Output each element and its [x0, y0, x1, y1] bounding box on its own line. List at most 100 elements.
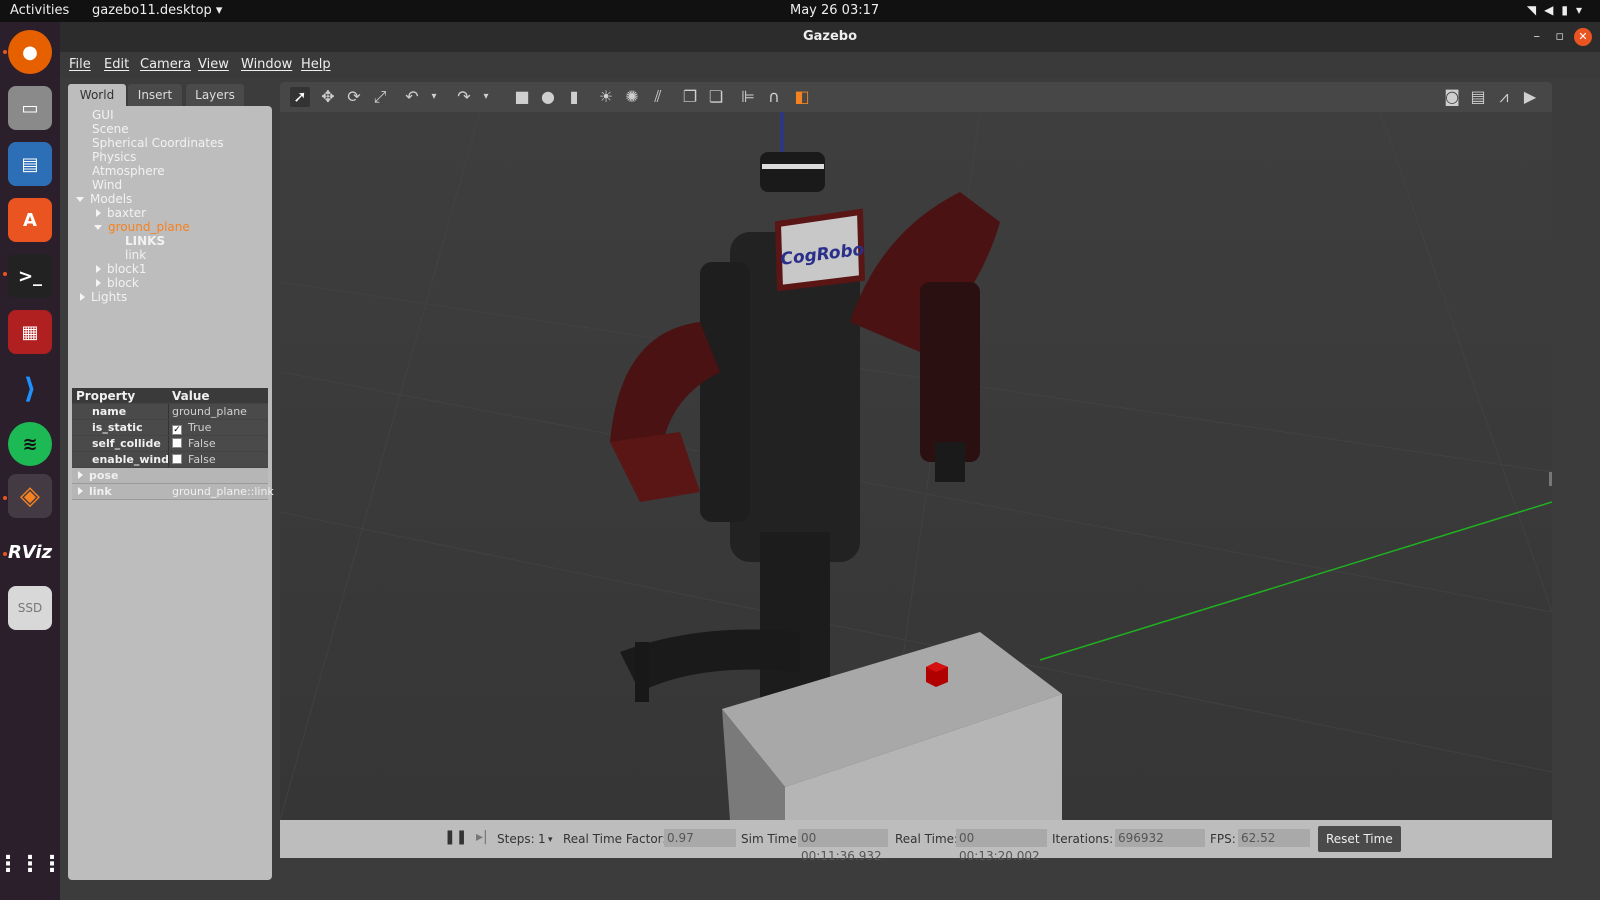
expand-right-icon[interactable] — [96, 265, 101, 273]
tab-world[interactable]: World — [68, 84, 126, 106]
menu-window[interactable]: Window — [241, 57, 292, 72]
tree-item-gui[interactable]: GUI — [92, 108, 114, 122]
undo-history-icon[interactable]: ▾ — [424, 87, 444, 107]
tree-item-link[interactable]: link — [125, 248, 146, 262]
cylinder-shape-icon[interactable]: ▮ — [564, 87, 584, 107]
property-value[interactable]: ✓ True — [172, 421, 211, 435]
tree-item-atmosphere[interactable]: Atmosphere — [92, 164, 165, 178]
expand-right-icon[interactable] — [78, 487, 83, 495]
tree-item-spherical-coordinates[interactable]: Spherical Coordinates — [92, 136, 224, 150]
tree-item-scene[interactable]: Scene — [92, 122, 129, 136]
tab-layers[interactable]: Layers — [186, 84, 244, 106]
property-row-name[interactable]: name ground_plane — [72, 404, 268, 420]
expand-down-icon[interactable] — [76, 197, 84, 202]
show-apps-icon[interactable]: ⋮⋮⋮ — [0, 842, 63, 886]
redo-history-icon[interactable]: ▾ — [476, 87, 496, 107]
property-row-link[interactable]: link ground_plane::link — [72, 484, 274, 500]
menu-edit[interactable]: Edit — [104, 57, 129, 72]
property-column-header: Property — [76, 389, 136, 403]
firefox-icon[interactable]: ● — [8, 30, 52, 74]
gazebo-icon[interactable]: ◈ — [8, 474, 52, 518]
files-icon[interactable]: ▭ — [8, 86, 52, 130]
tree-item-block[interactable]: block — [96, 276, 139, 290]
video-record-icon[interactable]: ▶ — [1520, 87, 1540, 107]
point-light-icon[interactable]: ☀ — [596, 87, 616, 107]
spot-light-icon[interactable]: ✺ — [622, 87, 642, 107]
red-block-model[interactable] — [926, 662, 948, 687]
checkbox-unchecked[interactable] — [172, 454, 182, 464]
plot-icon[interactable]: ⩘ — [1494, 87, 1514, 107]
reset-time-button[interactable]: Reset Time — [1318, 826, 1401, 852]
rviz-icon[interactable]: RViz — [8, 530, 52, 574]
terminator-icon[interactable]: ▦ — [8, 310, 52, 354]
rotate-mode-icon[interactable]: ⟳ — [344, 87, 364, 107]
system-tray[interactable]: ◥◀▮▾ — [1527, 3, 1590, 17]
property-row-pose[interactable]: pose — [72, 468, 268, 484]
expand-right-icon[interactable] — [80, 293, 85, 301]
menu-bar: File Edit Camera View Window Help — [60, 52, 1600, 78]
align-icon[interactable]: ⊫ — [738, 87, 758, 107]
undo-icon[interactable]: ↶ — [402, 87, 422, 107]
activities-button[interactable]: Activities — [10, 3, 69, 18]
column-divider — [168, 420, 169, 435]
box-shape-icon[interactable]: ■ — [512, 87, 532, 107]
paste-icon[interactable]: ❏ — [706, 87, 726, 107]
menu-camera[interactable]: Camera — [140, 57, 191, 72]
app-menu[interactable]: gazebo11.desktop ▾ — [92, 3, 222, 18]
copy-icon[interactable]: ❐ — [680, 87, 700, 107]
redo-icon[interactable]: ↷ — [454, 87, 474, 107]
expand-right-icon[interactable] — [96, 209, 101, 217]
expand-right-icon[interactable] — [78, 471, 83, 479]
screenshot-icon[interactable]: ◙ — [1442, 87, 1462, 107]
tree-item-physics[interactable]: Physics — [92, 150, 136, 164]
tab-insert[interactable]: Insert — [128, 84, 182, 106]
minimize-icon[interactable]: – — [1534, 22, 1541, 52]
steps-value[interactable]: 1 — [538, 832, 546, 846]
expand-right-icon[interactable] — [96, 279, 101, 287]
sphere-shape-icon[interactable]: ● — [538, 87, 558, 107]
property-row-is-static[interactable]: is_static ✓ True — [72, 420, 268, 436]
property-value[interactable]: False — [172, 437, 216, 450]
close-icon[interactable]: ✕ — [1574, 28, 1592, 46]
software-center-icon[interactable]: A — [8, 198, 52, 242]
splitter-handle[interactable] — [1549, 472, 1552, 486]
terminal-icon[interactable]: >_ — [8, 254, 52, 298]
steps-dropdown-icon[interactable]: ▾ — [548, 835, 553, 845]
tree-item-baxter[interactable]: baxter — [96, 206, 146, 220]
spotify-icon[interactable]: ≋ — [8, 422, 52, 466]
pause-icon[interactable]: ❚❚ — [444, 829, 467, 845]
view-angle-icon[interactable]: ◧ — [792, 87, 812, 107]
vscode-icon[interactable]: ⟩ — [8, 366, 52, 410]
scale-mode-icon[interactable]: ⤢ — [370, 87, 390, 107]
tree-item-ground-plane-label: ground_plane — [108, 220, 190, 234]
property-row-self-collide[interactable]: self_collide False — [72, 436, 268, 452]
ssd-drive-icon[interactable]: SSD — [8, 586, 52, 630]
checkbox-checked[interactable]: ✓ — [172, 425, 182, 435]
translate-mode-icon[interactable]: ✥ — [318, 87, 338, 107]
step-icon[interactable]: ▸| — [476, 829, 488, 845]
maximize-icon[interactable]: ▫ — [1555, 22, 1564, 52]
3d-viewport[interactable]: CogRobo — [280, 112, 1552, 820]
property-row-enable-wind[interactable]: enable_wind False — [72, 452, 268, 468]
clock[interactable]: May 26 03:17 — [790, 3, 879, 18]
snap-icon[interactable]: ∩ — [764, 87, 784, 107]
tree-item-lights[interactable]: Lights — [80, 290, 127, 304]
tree-item-models[interactable]: Models — [76, 192, 132, 206]
checkbox-unchecked[interactable] — [172, 438, 182, 448]
tree-item-wind[interactable]: Wind — [92, 178, 122, 192]
real-time-factor-field: 0.97 — [664, 829, 736, 847]
property-value[interactable]: ground_plane — [172, 405, 247, 418]
tree-item-ground-plane[interactable]: ground_plane — [94, 220, 190, 234]
select-mode-icon[interactable]: ➚ — [290, 87, 310, 107]
log-icon[interactable]: ▤ — [1468, 87, 1488, 107]
running-indicator — [3, 552, 7, 556]
property-value[interactable]: False — [172, 453, 216, 466]
writer-icon[interactable]: ▤ — [8, 142, 52, 186]
menu-help[interactable]: Help — [301, 57, 331, 72]
directional-light-icon[interactable]: ⫽ — [648, 87, 668, 107]
menu-view[interactable]: View — [198, 57, 229, 72]
expand-down-icon[interactable] — [94, 225, 102, 230]
menu-file[interactable]: File — [69, 57, 91, 72]
tree-item-block1[interactable]: block1 — [96, 262, 146, 276]
property-table: Property Value name ground_plane is_stat… — [72, 388, 274, 500]
